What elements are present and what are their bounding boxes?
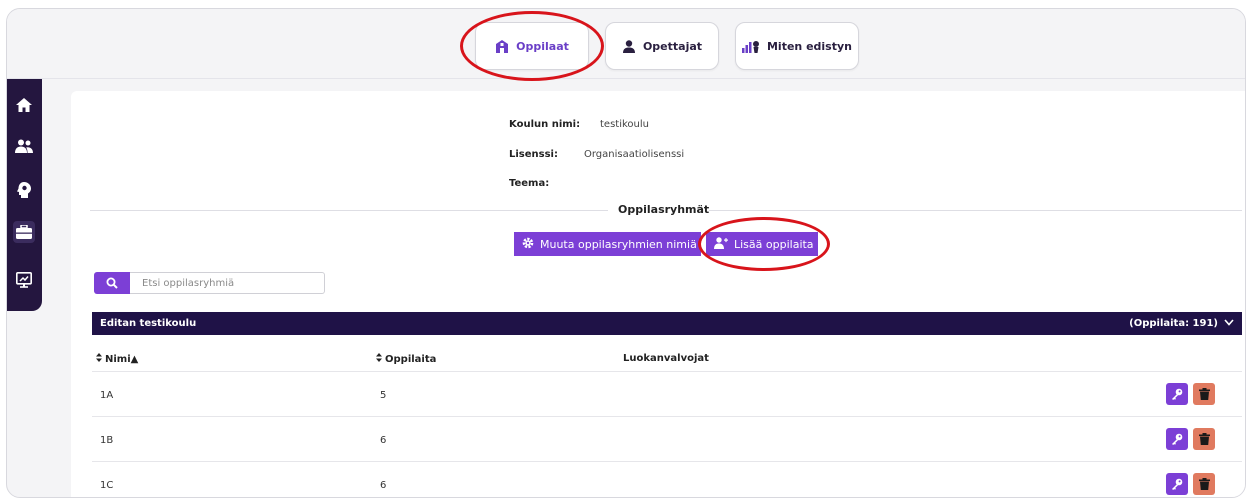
row-name: 1B: [100, 435, 114, 446]
row-students: 6: [380, 480, 387, 491]
column-header-teachers: Luokanvalvojat: [623, 353, 709, 364]
rename-groups-label: Muuta oppilasryhmien nimiä: [540, 237, 697, 251]
tab-opettajat[interactable]: Opettajat: [605, 22, 719, 70]
presentation-icon[interactable]: [13, 269, 35, 291]
search-input[interactable]: [130, 272, 325, 294]
add-students-label: Lisää oppilaita: [734, 237, 814, 251]
toolbox-icon[interactable]: [13, 221, 35, 243]
trash-icon: [1198, 430, 1210, 449]
school-name-label: Koulun nimi:: [509, 119, 581, 130]
trash-icon: [1198, 385, 1210, 404]
gear-icon: [522, 237, 534, 252]
column-header-students[interactable]: Oppilaita: [376, 353, 436, 365]
theme-label: Teema:: [509, 178, 550, 189]
column-header-name[interactable]: Nimi▲: [96, 353, 138, 365]
search-icon: [106, 274, 118, 293]
key-button[interactable]: [1166, 428, 1188, 450]
divider-right: [709, 210, 1242, 211]
main-panel: Koulun nimi: testikoulu Lisenssi: Organi…: [71, 91, 1245, 497]
trash-icon: [1198, 475, 1210, 494]
top-navigation: Oppilaat Opettajat Miten edistyn: [7, 9, 1245, 81]
table-row: 1B 6: [92, 416, 1242, 461]
sort-icon: [96, 353, 102, 365]
tab-miten-edistyn[interactable]: Miten edistyn: [735, 22, 859, 70]
teacher-icon: [622, 39, 636, 53]
tab-miten-edistyn-label: Miten edistyn: [766, 39, 852, 53]
add-user-icon: [714, 236, 728, 252]
home-icon[interactable]: [13, 94, 35, 116]
key-button[interactable]: [1166, 473, 1188, 495]
add-students-button[interactable]: Lisää oppilaita: [706, 232, 818, 256]
school-icon: [495, 39, 509, 53]
key-button[interactable]: [1166, 383, 1188, 405]
row-students: 6: [380, 435, 387, 446]
license-label: Lisenssi:: [509, 149, 558, 160]
search-button[interactable]: [94, 272, 130, 294]
table-row: 1A 5: [92, 371, 1242, 416]
tab-oppilaat[interactable]: Oppilaat: [475, 22, 589, 70]
divider-left: [90, 210, 608, 211]
sidebar: [7, 79, 42, 311]
column-students-label: Oppilaita: [385, 353, 437, 365]
progress-chart-icon: [741, 40, 760, 53]
row-name: 1A: [100, 390, 114, 401]
app-frame: Oppilaat Opettajat Miten edistyn Koulun …: [6, 8, 1246, 498]
tab-opettajat-label: Opettajat: [642, 39, 703, 53]
key-icon: [1171, 385, 1183, 404]
group-name: Editan testikoulu: [100, 318, 197, 329]
delete-button[interactable]: [1193, 473, 1215, 495]
rename-groups-button[interactable]: Muuta oppilasryhmien nimiä: [514, 232, 701, 256]
delete-button[interactable]: [1193, 383, 1215, 405]
delete-button[interactable]: [1193, 428, 1215, 450]
key-icon: [1171, 430, 1183, 449]
sort-icon: [376, 353, 382, 365]
brain-icon[interactable]: [13, 179, 35, 201]
group-header[interactable]: Editan testikoulu (Oppilaita: 191): [92, 312, 1242, 335]
tab-oppilaat-label: Oppilaat: [516, 39, 569, 53]
group-student-count: (Oppilaita: 191): [1129, 318, 1218, 329]
license-value: Organisaatiolisenssi: [584, 149, 685, 160]
column-name-label: Nimi▲: [105, 353, 139, 365]
school-name-value: testikoulu: [600, 119, 649, 130]
table-row: 1C 6: [92, 461, 1242, 497]
key-icon: [1171, 475, 1183, 494]
users-icon[interactable]: [13, 135, 35, 157]
row-students: 5: [380, 390, 387, 401]
section-title: Oppilasryhmät: [618, 203, 710, 216]
chevron-down-icon[interactable]: [1224, 318, 1234, 329]
row-name: 1C: [100, 480, 114, 491]
